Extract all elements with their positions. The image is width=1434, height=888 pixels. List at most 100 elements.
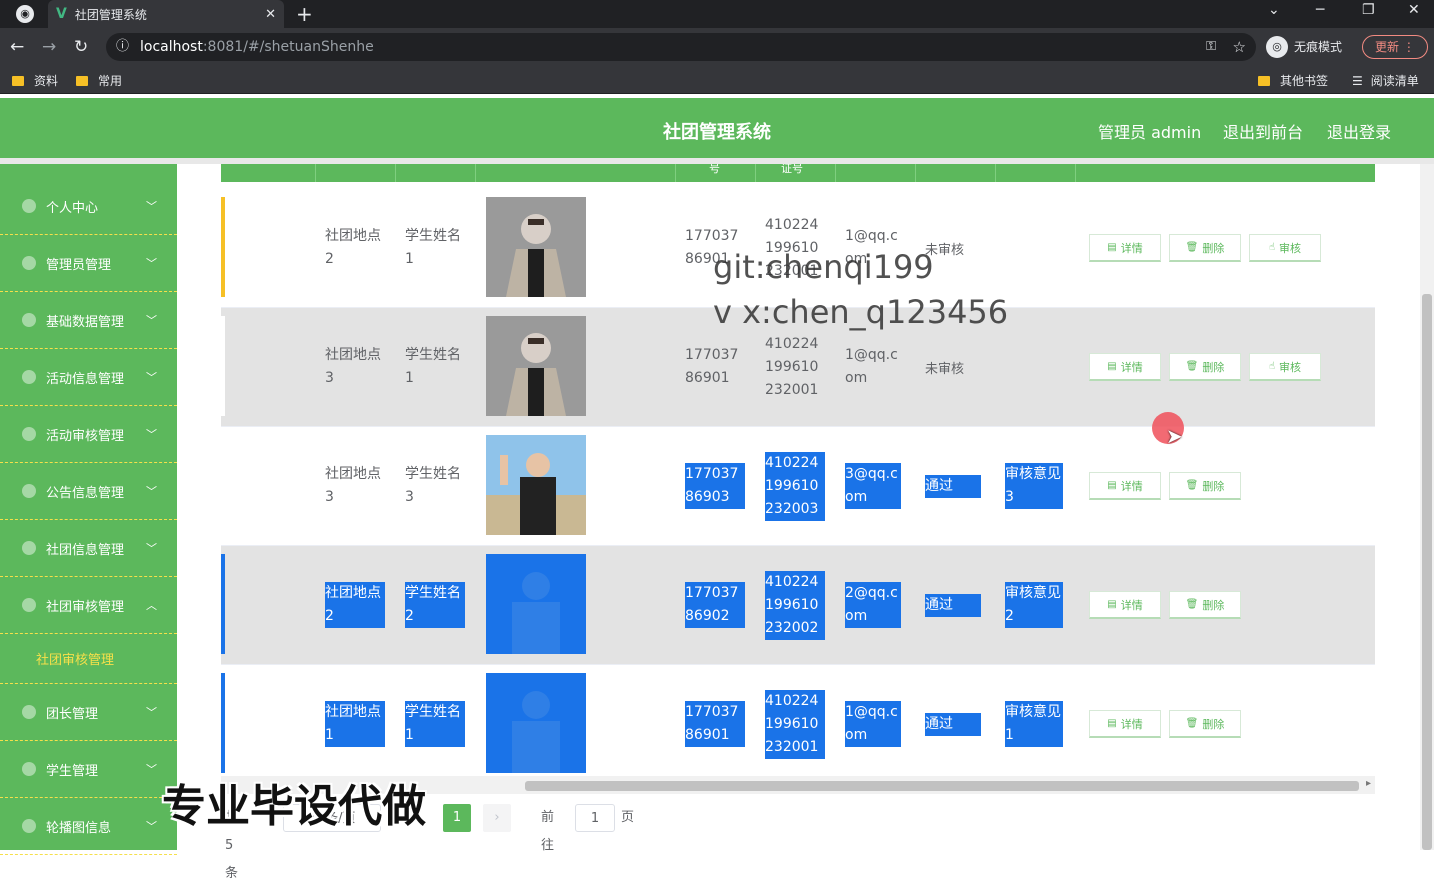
sidebar-subitem-club-review[interactable]: 社团审核管理 <box>0 634 177 684</box>
sidebar-item-admin[interactable]: 管理员管理 ﹀ <box>0 235 177 292</box>
button-label: 删除 <box>1202 360 1225 374</box>
trash-icon: 🗑 <box>1185 718 1199 729</box>
button-label: 删除 <box>1202 479 1225 493</box>
reload-icon[interactable]: ↻ <box>74 37 88 57</box>
browser-tab-bar: ◉ V 社团管理系统 ✕ + ⌄ ─ ❐ ✕ <box>0 0 1434 28</box>
scrollbar-thumb[interactable] <box>525 781 1359 791</box>
row-marker <box>221 316 225 416</box>
url-field[interactable]: ⓘ localhost:8081/#/shetuanShenhe ⚿ ☆ <box>106 33 1256 61</box>
sidebar-item-carousel[interactable]: 轮播图信息 ﹀ <box>0 798 177 855</box>
menu-icon <box>22 427 36 441</box>
sidebar-item-notice[interactable]: 公告信息管理 ﹀ <box>0 463 177 520</box>
header-id-fragment: 证号 <box>781 164 803 175</box>
key-icon[interactable]: ⚿ <box>1206 33 1216 61</box>
row-marker <box>221 197 225 297</box>
incognito-indicator[interactable]: ◎ 无痕模式 <box>1266 33 1342 61</box>
tab-search-icon[interactable]: ⌄ <box>1268 2 1280 18</box>
cell-phone: 17703786901 <box>685 701 745 747</box>
new-tab-button[interactable]: + <box>296 2 313 26</box>
bookmark-folder-changyong[interactable]: 常用 <box>76 72 122 89</box>
site-info-icon[interactable]: ⓘ <box>116 33 129 61</box>
avatar <box>486 316 586 416</box>
document-icon: ▤ <box>1107 718 1117 729</box>
restore-icon[interactable]: ❐ <box>1362 2 1375 18</box>
sidebar-item-label: 基础数据管理 <box>46 314 125 330</box>
document-icon: ▤ <box>1107 242 1117 253</box>
table-row[interactable]: 社团地点3 学生姓名3 17703786903 410224199610232003 3… <box>221 427 1375 546</box>
sidebar-item-label: 社团信息管理 <box>46 542 125 558</box>
cell-email: 1@qq.com <box>845 701 901 747</box>
bookmark-folder-ziliao[interactable]: 资料 <box>12 72 58 89</box>
chevron-down-icon: ﹀ <box>146 542 157 555</box>
back-icon[interactable]: ← <box>10 37 24 57</box>
close-window-icon[interactable]: ✕ <box>1408 2 1420 18</box>
back-to-front-link[interactable]: 退出到前台 <box>1223 119 1303 143</box>
delete-button[interactable]: 🗑 删除 <box>1169 353 1241 381</box>
sidebar-item-label: 社团审核管理 <box>46 599 125 615</box>
bookmark-star-icon[interactable]: ☆ <box>1233 33 1246 61</box>
goto-input[interactable]: 1 <box>575 804 615 832</box>
cell-id-card: 410224199610232001 <box>765 690 825 759</box>
chevron-up-icon: ︿ <box>146 599 157 612</box>
delete-button[interactable]: 🗑 删除 <box>1169 472 1241 500</box>
bookmark-label: 常用 <box>98 74 123 88</box>
cell-status: 未审核 <box>925 362 965 377</box>
header-divider <box>995 164 996 182</box>
goto-label: 前往 <box>541 810 555 853</box>
delete-button[interactable]: 🗑 删除 <box>1169 591 1241 619</box>
review-button[interactable]: ☝ 审核 <box>1249 353 1321 381</box>
app-title: 社团管理系统 <box>663 122 771 143</box>
reading-list[interactable]: ☰ 阅读清单 <box>1352 72 1419 89</box>
avatar <box>486 673 586 773</box>
cell-email: 3@qq.com <box>845 463 901 509</box>
sidebar-item-personal[interactable]: 个人中心 ﹀ <box>0 178 177 235</box>
url-path: :8081/#/shetuanShenhe <box>202 39 374 55</box>
scrollbar-thumb[interactable] <box>1422 294 1432 850</box>
detail-button[interactable]: ▤ 详情 <box>1089 234 1161 262</box>
delete-button[interactable]: 🗑 删除 <box>1169 234 1241 262</box>
sidebar-item-basic-data[interactable]: 基础数据管理 ﹀ <box>0 292 177 349</box>
other-bookmarks[interactable]: 其他书签 <box>1258 72 1328 89</box>
scroll-right-icon[interactable]: ▸ <box>1366 778 1371 789</box>
sidebar-item-label: 活动信息管理 <box>46 371 125 387</box>
detail-button[interactable]: ▤ 详情 <box>1089 472 1161 500</box>
trash-icon: 🗑 <box>1185 599 1199 610</box>
vertical-scrollbar[interactable] <box>1420 164 1434 850</box>
detail-button[interactable]: ▤ 详情 <box>1089 353 1161 381</box>
browser-tab[interactable]: V 社团管理系统 ✕ <box>48 0 284 28</box>
chevron-down-icon: ﹀ <box>146 820 157 833</box>
row-marker <box>221 673 225 773</box>
sidebar-item-club-info[interactable]: 社团信息管理 ﹀ <box>0 520 177 577</box>
sidebar-item-activity-review[interactable]: 活动审核管理 ﹀ <box>0 406 177 463</box>
browser-menu-icon[interactable]: ◉ <box>16 5 34 23</box>
sidebar-item-club-review[interactable]: 社团审核管理 ︿ <box>0 577 177 634</box>
sidebar-item-leader[interactable]: 团长管理 ﹀ <box>0 684 177 741</box>
watermark-ad: 专业毕设代做 <box>162 781 426 832</box>
reading-list-icon: ☰ <box>1352 73 1363 88</box>
folder-icon <box>12 75 24 86</box>
next-page-button[interactable]: › <box>483 804 511 832</box>
forward-icon[interactable]: → <box>42 37 56 57</box>
page-1-button[interactable]: 1 <box>443 804 471 832</box>
header-divider <box>915 164 916 182</box>
incognito-icon: ◎ <box>1266 36 1288 58</box>
incognito-label: 无痕模式 <box>1294 40 1343 54</box>
button-label: 详情 <box>1120 598 1143 612</box>
detail-button[interactable]: ▤ 详情 <box>1089 710 1161 738</box>
delete-button[interactable]: 🗑 删除 <box>1169 710 1241 738</box>
chevron-down-icon: ﹀ <box>146 257 157 270</box>
logout-link[interactable]: 退出登录 <box>1327 119 1391 143</box>
detail-button[interactable]: ▤ 详情 <box>1089 591 1161 619</box>
review-button[interactable]: ☝ 审核 <box>1249 234 1321 262</box>
mouse-cursor-icon: ➤ <box>1166 424 1183 448</box>
document-icon: ▤ <box>1107 599 1117 610</box>
sidebar-item-student[interactable]: 学生管理 ﹀ <box>0 741 177 798</box>
table-row[interactable]: 社团地点1 学生姓名1 17703786901 410224199610232001 1… <box>221 665 1375 776</box>
table-row[interactable]: 社团地点2 学生姓名2 17703786902 410224199610232002 2… <box>221 546 1375 665</box>
tab-close-icon[interactable]: ✕ <box>265 7 276 22</box>
minimize-icon[interactable]: ─ <box>1316 2 1324 18</box>
update-button[interactable]: 更新 ⋮ <box>1362 35 1428 59</box>
sidebar-item-activity[interactable]: 活动信息管理 ﹀ <box>0 349 177 406</box>
menu-icon <box>22 370 36 384</box>
header-divider <box>395 164 396 182</box>
